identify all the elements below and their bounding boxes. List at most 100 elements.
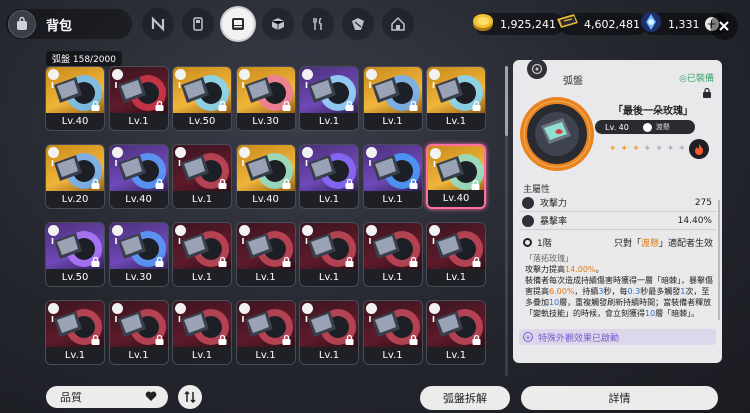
disc-category-icon: [527, 60, 547, 79]
tier-badge-icon: [302, 303, 313, 314]
card-level: Lv.1: [173, 347, 231, 364]
tab-home-icon[interactable]: [382, 8, 414, 40]
inventory-count: 弧盤 158/2000: [46, 51, 122, 66]
tier-badge-icon: [430, 148, 441, 159]
tier-badge-icon: [302, 147, 313, 158]
lock-icon: [282, 100, 290, 111]
tab-n-icon[interactable]: [142, 8, 174, 40]
disc-card[interactable]: I Lv.40: [108, 144, 169, 209]
special-plus-icon: +: [523, 332, 533, 342]
card-level: Lv.1: [236, 269, 295, 286]
lock-icon: [282, 256, 290, 267]
disc-card[interactable]: I Lv.20: [45, 144, 105, 209]
disc-card[interactable]: I Lv.1: [362, 144, 423, 209]
close-button[interactable]: [710, 12, 738, 40]
sort-order-button[interactable]: [178, 385, 202, 409]
star-empty-icon: ✦: [678, 144, 686, 154]
lock-icon: [345, 178, 354, 189]
card-level: Lv.30: [109, 269, 168, 286]
sort-dropdown[interactable]: 品質: [46, 386, 168, 408]
disc-card[interactable]: I Lv.1: [235, 222, 296, 287]
equipped-badge: ◎已裝備: [679, 74, 714, 84]
tier-mark: I: [51, 81, 54, 90]
tier-mark: I: [178, 81, 181, 90]
tab-box-icon[interactable]: [262, 8, 294, 40]
disc-card[interactable]: I Lv.30: [235, 66, 296, 131]
disc-card[interactable]: I Lv.50: [172, 66, 232, 131]
tier-badge-icon: [175, 69, 186, 80]
disc-card[interactable]: I Lv.1: [45, 300, 105, 365]
tier-badge-icon: [429, 225, 440, 236]
disc-card[interactable]: I Lv.1: [426, 66, 486, 131]
star-filled-icon: ✦: [632, 144, 640, 154]
card-level: Lv.1: [363, 269, 422, 286]
disc-card[interactable]: I Lv.40: [45, 66, 105, 131]
disc-card[interactable]: I Lv.30: [108, 222, 169, 287]
details-button[interactable]: 詳情: [521, 386, 718, 410]
tier-label: 1階: [537, 239, 552, 249]
tier-badge-icon: [48, 147, 59, 158]
tier-mark: I: [241, 315, 245, 324]
disc-card[interactable]: I Lv.1: [108, 66, 169, 131]
disc-card[interactable]: I Lv.1: [426, 222, 486, 287]
tier-mark: I: [305, 315, 308, 324]
disc-card[interactable]: I Lv.1: [426, 300, 486, 365]
card-level: Lv.1: [300, 113, 358, 130]
dismantle-button[interactable]: 弧盤拆解: [420, 386, 510, 410]
tier-badge-icon: [429, 69, 440, 80]
card-level: Lv.1: [427, 113, 485, 130]
lock-toggle-icon[interactable]: [702, 87, 712, 98]
flame-icon: [695, 144, 703, 155]
tier-mark: I: [51, 237, 54, 246]
disc-card[interactable]: I Lv.1: [362, 66, 423, 131]
tab-device-icon[interactable]: [182, 8, 214, 40]
disc-card[interactable]: I Lv.40: [426, 144, 486, 209]
disc-card[interactable]: I Lv.1: [172, 144, 232, 209]
disc-card[interactable]: I Lv.1: [299, 144, 359, 209]
tier-mark: I: [305, 159, 308, 168]
grid-scroll-thumb[interactable]: [505, 66, 508, 136]
disc-card[interactable]: I Lv.1: [172, 222, 232, 287]
lock-icon: [472, 100, 481, 111]
lock-icon: [218, 178, 227, 189]
tier-mark: I: [368, 237, 372, 246]
tier-badge-icon: [238, 303, 250, 314]
disc-card[interactable]: I Lv.1: [172, 300, 232, 365]
disc-card[interactable]: I Lv.1: [362, 300, 423, 365]
disc-card[interactable]: I Lv.50: [45, 222, 105, 287]
disc-card[interactable]: I Lv.1: [299, 66, 359, 131]
tab-shield-icon[interactable]: [342, 8, 374, 40]
tier-badge-icon: [48, 69, 59, 80]
disc-card[interactable]: I Lv.1: [235, 300, 296, 365]
stat-name: 攻擊力: [540, 199, 568, 209]
tier-badge-icon: [48, 225, 59, 236]
grid-scrollbar[interactable]: [505, 66, 508, 376]
crit-icon: [522, 214, 534, 227]
tier-mark: I: [368, 81, 372, 90]
stat-row-attack: 攻擊力 275: [519, 194, 716, 212]
disc-card[interactable]: I Lv.1: [299, 222, 359, 287]
tier-line: 1階 只對「渡懸」適配者生效: [523, 236, 713, 249]
tier-badge-icon: [302, 225, 313, 236]
disc-card[interactable]: I Lv.1: [108, 300, 169, 365]
tab-disc-icon[interactable]: [222, 8, 254, 40]
gold-coin-icon: [473, 14, 493, 31]
tier-requirement: 只對「渡懸」適配者生效: [613, 239, 713, 249]
tab-food-icon[interactable]: [302, 8, 334, 40]
page-title-pill: 背包: [6, 9, 132, 39]
tier-badge-icon: [365, 147, 377, 158]
tier-badge-icon: [429, 303, 440, 314]
close-icon: [719, 21, 729, 31]
blue-crystal-icon: [641, 12, 661, 32]
tier-mark: I: [432, 315, 435, 324]
lock-icon: [91, 100, 100, 111]
disc-card[interactable]: I Lv.1: [299, 300, 359, 365]
lock-icon: [155, 100, 163, 111]
stat-name: 暴擊率: [540, 217, 568, 227]
upgrade-flame-button[interactable]: [689, 139, 709, 159]
disc-card[interactable]: I Lv.40: [235, 144, 296, 209]
tier-mark: I: [433, 160, 436, 169]
details-label: 詳情: [608, 392, 631, 405]
detail-scrollbar[interactable]: [718, 200, 720, 320]
disc-card[interactable]: I Lv.1: [362, 222, 423, 287]
